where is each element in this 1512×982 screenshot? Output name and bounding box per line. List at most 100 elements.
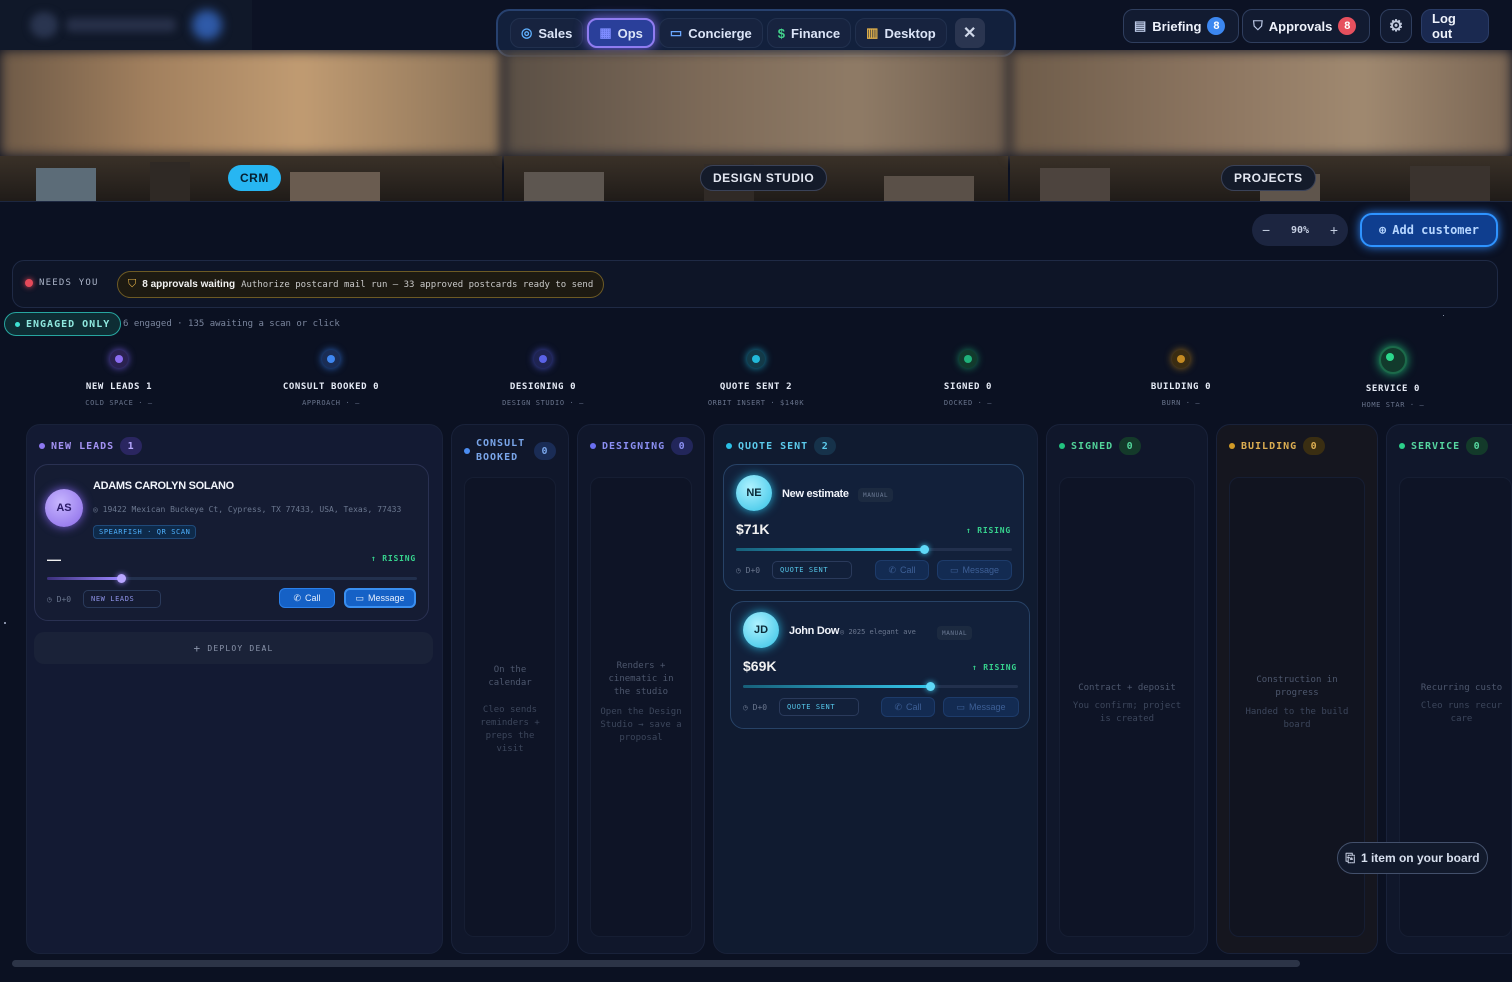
tab-concierge[interactable]: ▭ Concierge — [658, 18, 763, 48]
stage-select[interactable]: QUOTE SENT — [772, 561, 852, 579]
board-items-button[interactable]: ⎘ 1 item on your board — [1337, 842, 1488, 874]
stage-building[interactable]: BUILDING 0 BURN · — — [1101, 350, 1261, 407]
shield-icon: ⛉ — [128, 278, 137, 290]
avatar: AS — [45, 489, 83, 527]
hero-tab-projects[interactable]: PROJECTS — [1221, 165, 1316, 191]
zoom-out-button[interactable]: − — [1262, 222, 1270, 238]
horizontal-scrollbar[interactable] — [12, 960, 1300, 967]
column-drop-zone[interactable]: Renders + cinematic in the studio Open t… — [590, 477, 692, 937]
address-text: ◎ 19422 Mexican Buckeye Ct, Cypress, TX … — [93, 505, 402, 514]
add-customer-button[interactable]: ⊕ Add customer — [1360, 213, 1498, 247]
message-button[interactable]: ▭ Message — [937, 560, 1012, 580]
customer-name: ADAMS CAROLYN SOLANO — [93, 480, 234, 492]
deal-card-new-estimate[interactable]: NE New estimate MANUAL $71K ↑ RISING ◷ D… — [723, 464, 1024, 591]
clock-icon: ◷ — [743, 703, 748, 712]
call-button[interactable]: ✆ Call — [875, 560, 929, 580]
stage-service[interactable]: SERVICE 0 HOME STAR · — — [1313, 346, 1473, 409]
approvals-waiting-pill[interactable]: ⛉ 8 approvals waiting Authorize postcard… — [117, 271, 605, 298]
source-tag: MANUAL — [858, 488, 894, 502]
column-count-badge: 0 — [1303, 437, 1326, 455]
progress-fill — [47, 577, 121, 580]
engaged-only-toggle[interactable]: ENGAGED ONLY — [4, 312, 122, 336]
phone-icon: ✆ — [293, 592, 302, 603]
chat-icon: ▭ — [949, 564, 959, 575]
column-building: BUILDING 0 Construction in progress Hand… — [1216, 424, 1378, 954]
arrow-up-icon: ↑ — [966, 526, 972, 535]
grid-icon: ▦ — [599, 25, 612, 40]
tab-ops[interactable]: ▦ Ops — [587, 18, 655, 48]
progress-knob — [117, 574, 126, 583]
trend-indicator: ↑ RISING — [966, 526, 1011, 535]
tab-finance[interactable]: $ Finance — [766, 18, 852, 48]
approvals-button[interactable]: ⛉ Approvals 8 — [1242, 9, 1370, 43]
stage-consult-booked[interactable]: CONSULT BOOKED 0 APPROACH · — — [251, 350, 411, 407]
message-button[interactable]: ▭ Message — [943, 697, 1019, 717]
column-drop-zone[interactable]: On the calendar Cleo sends reminders + p… — [464, 477, 556, 937]
column-count-badge: 0 — [671, 437, 694, 455]
column-count-badge: 0 — [1466, 437, 1489, 455]
needs-you-label: NEEDS YOU — [25, 278, 99, 288]
clock-icon: ◷ — [736, 566, 741, 575]
stage-select[interactable]: NEW LEADS — [83, 590, 161, 608]
deal-value: $71K — [736, 521, 770, 537]
trend-indicator: ↑ RISING — [972, 663, 1017, 672]
stage-signed[interactable]: SIGNED 0 DOCKED · — — [888, 350, 1048, 407]
engaged-info: 6 engaged · 135 awaiting a scan or click — [123, 319, 340, 329]
column-service: SERVICE 0 Recurring custo Cleo runs recu… — [1386, 424, 1512, 954]
call-button[interactable]: ✆ Call — [279, 588, 335, 608]
column-drop-zone[interactable]: Contract + deposit You confirm; project … — [1059, 477, 1195, 937]
deal-progress-track — [743, 682, 1018, 691]
building-icon: ▥ — [866, 25, 879, 40]
location-pin-icon: ◎ — [93, 505, 98, 514]
deal-card-john-dow[interactable]: JD John Dow ◎ 2025 elegant ave MANUAL $6… — [730, 601, 1030, 729]
column-consult-booked: CONSULT BOOKED 0 On the calendar Cleo se… — [451, 424, 569, 954]
address-text: ◎ 2025 elegant ave — [840, 628, 916, 636]
progress-fill — [743, 685, 930, 688]
hero-tab-crm[interactable]: CRM — [228, 165, 281, 191]
dot-icon — [1399, 443, 1405, 449]
hero-tab-design-studio[interactable]: DESIGN STUDIO — [700, 165, 828, 191]
tab-sales[interactable]: ◎ Sales — [510, 18, 584, 48]
stage-new-leads[interactable]: NEW LEADS 1 COLD SPACE · — — [39, 350, 199, 407]
deal-card-adams-carolyn-solano[interactable]: AS ADAMS CAROLYN SOLANO ◎ 19422 Mexican … — [34, 464, 429, 621]
deal-value: $69K — [743, 658, 777, 674]
toggle-dot-icon — [15, 321, 20, 327]
add-user-icon: ⊕ — [1379, 223, 1387, 237]
phone-icon: ✆ — [894, 701, 903, 712]
dot-icon — [464, 448, 470, 454]
hero-banner: CRM DESIGN STUDIO PROJECTS — [0, 50, 1512, 202]
needs-you-bar: NEEDS YOU ⛉ 8 approvals waiting Authoriz… — [12, 260, 1498, 308]
alert-dot-icon — [25, 279, 33, 287]
arrow-up-icon: ↑ — [371, 554, 377, 563]
stage-designing[interactable]: DESIGNING 0 DESIGN STUDIO · — — [463, 350, 623, 407]
days-in-stage: ◷ D+0 — [743, 703, 768, 712]
target-icon: ◎ — [521, 25, 533, 40]
source-tag: SPEARFISH · QR SCAN — [93, 525, 197, 539]
dollar-icon: $ — [777, 25, 786, 41]
deal-progress-track — [736, 545, 1012, 554]
settings-button[interactable]: ⚙ — [1380, 9, 1412, 43]
stage-quote-sent[interactable]: QUOTE SENT 2 ORBIT INSERT · $140K — [676, 350, 836, 407]
trend-indicator: ↑ RISING — [371, 554, 416, 563]
stage-select[interactable]: QUOTE SENT — [779, 698, 859, 716]
message-button[interactable]: ▭ Message — [344, 588, 416, 608]
orb-icon — [1379, 346, 1407, 374]
app-logo[interactable] — [0, 0, 252, 50]
plus-icon: + — [193, 641, 202, 655]
chat-icon: ▭ — [956, 701, 965, 712]
deploy-deal-button[interactable]: + DEPLOY DEAL — [34, 632, 433, 664]
source-tag: MANUAL — [937, 626, 973, 640]
avatar: NE — [736, 475, 772, 511]
call-button[interactable]: ✆ Call — [881, 697, 935, 717]
zoom-in-button[interactable]: + — [1330, 222, 1338, 238]
orb-icon — [959, 350, 977, 368]
approvals-count-badge: 8 — [1338, 17, 1357, 35]
tab-desktop[interactable]: ▥ Desktop — [855, 18, 947, 48]
bookmark-icon: ⎘ — [1345, 850, 1355, 865]
column-count-badge: 2 — [814, 437, 837, 455]
briefing-button[interactable]: ▤ Briefing 8 — [1123, 9, 1239, 43]
logout-button[interactable]: Log out — [1421, 9, 1489, 43]
avatar: JD — [743, 612, 779, 648]
days-in-stage: ◷ D+0 — [47, 595, 72, 604]
close-tabs-button[interactable]: ✕ — [954, 18, 985, 48]
